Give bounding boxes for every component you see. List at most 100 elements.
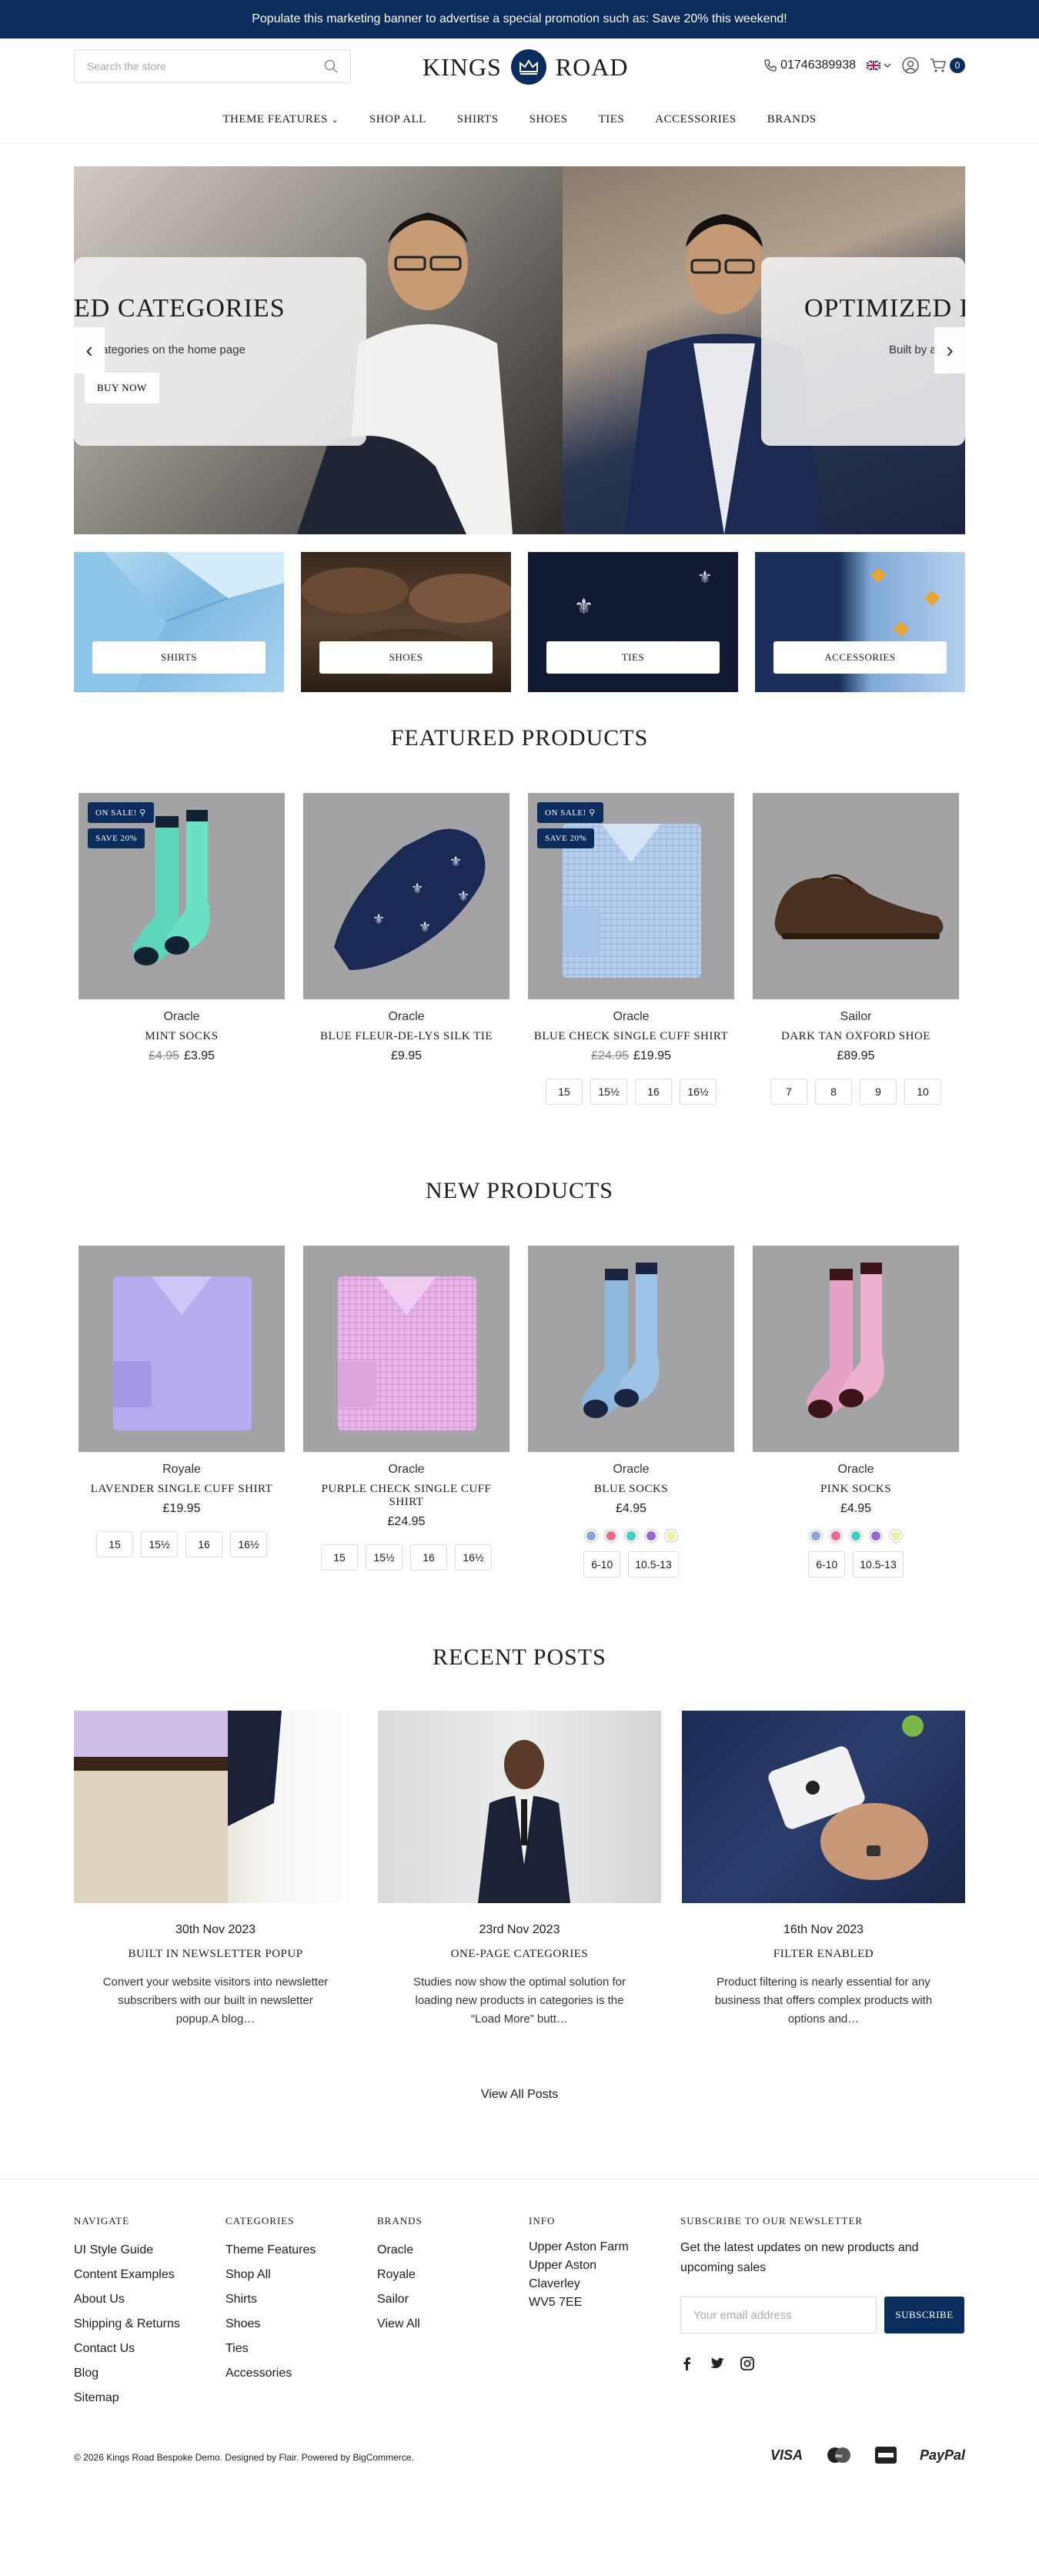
cart-link[interactable]: 0 [930,58,965,73]
color-swatch[interactable] [645,1530,657,1542]
currency-flag-selector[interactable] [867,61,891,70]
footer-link[interactable]: Shop All [226,2263,316,2287]
footer-link[interactable]: Shipping & Returns [74,2312,180,2337]
product-image[interactable] [303,1246,509,1452]
newsletter-email-input[interactable] [680,2297,877,2333]
size-option[interactable]: 16½ [455,1544,492,1571]
footer-link[interactable]: About Us [74,2287,180,2312]
twitter-icon[interactable] [710,2357,725,2370]
footer-link[interactable]: Sitemap [74,2386,180,2410]
hero-carousel[interactable]: ED CATEGORIES ategories on the home page… [74,166,965,534]
size-option[interactable]: 16 [635,1079,672,1105]
product-image[interactable]: ON SALE! ⚲ SAVE 20% [528,793,734,999]
blog-post-card[interactable]: 16th Nov 2023 FILTER ENABLED Product fil… [682,1711,965,2029]
product-image[interactable]: ON SALE! ⚲ SAVE 20% [79,793,285,999]
blog-post-title[interactable]: ONE-PAGE CATEGORIES [378,1948,661,1961]
product-name[interactable]: LAVENDER SINGLE CUFF SHIRT [79,1483,285,1496]
size-option[interactable]: 16½ [230,1531,267,1557]
carousel-next-arrow[interactable]: › [934,327,965,373]
blog-post-card[interactable]: 23rd Nov 2023 ONE-PAGE CATEGORIES Studie… [378,1711,661,2029]
subscribe-button[interactable]: SUBSCRIBE [884,2297,964,2333]
product-card[interactable]: Oracle PURPLE CHECK SINGLE CUFF SHIRT £2… [303,1246,509,1577]
footer-link[interactable]: Shirts [226,2287,316,2312]
size-option[interactable]: 15 [96,1531,133,1557]
size-option[interactable]: 16 [410,1544,447,1571]
size-option[interactable]: 10.5-13 [628,1551,679,1577]
product-card[interactable]: ON SALE! ⚲ SAVE 20% Oracle BLUE CHECK SI… [528,793,734,1105]
size-option[interactable]: 16½ [680,1079,717,1105]
product-name[interactable]: PURPLE CHECK SINGLE CUFF SHIRT [303,1483,509,1509]
color-swatch[interactable] [665,1530,677,1542]
size-option[interactable]: 8 [815,1079,852,1105]
product-name[interactable]: BLUE SOCKS [528,1483,734,1496]
blog-post-card[interactable]: 30th Nov 2023 BUILT IN NEWSLETTER POPUP … [74,1711,357,2029]
product-name[interactable]: DARK TAN OXFORD SHOE [753,1030,959,1043]
footer-link[interactable]: UI Style Guide [74,2238,180,2263]
size-option[interactable]: 10 [904,1079,941,1105]
size-option[interactable]: 15 [321,1544,358,1571]
size-option[interactable]: 15 [546,1079,583,1105]
footer-link[interactable]: Accessories [226,2361,316,2386]
product-image[interactable] [753,1246,959,1452]
instagram-icon[interactable] [740,2357,754,2370]
product-image[interactable] [753,793,959,999]
category-tile-shoes[interactable]: SHOES [301,552,511,692]
footer-link[interactable]: Sailor [377,2287,423,2312]
category-tile-accessories[interactable]: ACCESSORIES [755,552,965,692]
view-all-posts-link[interactable]: View All Posts [0,2088,1039,2102]
blog-post-image[interactable] [682,1711,965,1903]
size-option[interactable]: 6-10 [808,1551,846,1577]
color-swatch[interactable] [585,1530,597,1542]
color-swatch[interactable] [870,1530,882,1542]
size-option[interactable]: 16 [185,1531,222,1557]
product-image[interactable]: ⚜ ⚜ ⚜ ⚜ ⚜ [303,793,509,999]
product-card[interactable]: Oracle BLUE SOCKS £4.95 6-10 10.5-13 [528,1246,734,1577]
size-option[interactable]: 7 [770,1079,807,1105]
color-swatch[interactable] [605,1530,617,1542]
product-name[interactable]: BLUE CHECK SINGLE CUFF SHIRT [528,1030,734,1043]
nav-item-shirts[interactable]: SHIRTS [457,113,499,126]
product-card[interactable]: Royale LAVENDER SINGLE CUFF SHIRT £19.95… [79,1246,285,1577]
size-option[interactable]: 15½ [141,1531,178,1557]
search-input[interactable] [87,60,324,72]
footer-link[interactable]: View All [377,2312,423,2337]
search-box[interactable] [74,49,351,83]
blog-post-title[interactable]: BUILT IN NEWSLETTER POPUP [74,1948,357,1961]
product-name[interactable]: MINT SOCKS [79,1030,285,1043]
footer-link[interactable]: Oracle [377,2238,423,2263]
product-name[interactable]: BLUE FLEUR-DE-LYS SILK TIE [303,1030,509,1043]
blog-post-title[interactable]: FILTER ENABLED [682,1948,965,1961]
nav-item-brands[interactable]: BRANDS [767,113,817,126]
nav-item-shoes[interactable]: SHOES [530,113,568,126]
carousel-prev-arrow[interactable]: ‹ [74,327,105,373]
blog-post-image[interactable] [378,1711,661,1903]
size-option[interactable]: 15½ [366,1544,403,1571]
nav-item-theme-features[interactable]: THEME FEATURES ⌄ [222,113,339,126]
footer-link[interactable]: Ties [226,2337,316,2361]
category-tile-shirts[interactable]: SHIRTS [74,552,284,692]
nav-item-accessories[interactable]: ACCESSORIES [655,113,737,126]
product-image[interactable] [528,1246,734,1452]
size-option[interactable]: 10.5-13 [853,1551,904,1577]
nav-item-shop-all[interactable]: SHOP ALL [369,113,426,126]
facebook-icon[interactable] [680,2357,694,2370]
blog-post-image[interactable] [74,1711,357,1903]
footer-link[interactable]: Blog [74,2361,180,2386]
product-name[interactable]: PINK SOCKS [753,1483,959,1496]
buy-now-button[interactable]: BUY NOW [85,373,159,403]
color-swatch[interactable] [810,1530,822,1542]
phone-link[interactable]: 01746389938 [763,59,856,72]
footer-link[interactable]: Contact Us [74,2337,180,2361]
category-tile-ties[interactable]: ⚜⚜⚜ TIES [528,552,738,692]
product-card[interactable]: Oracle PINK SOCKS £4.95 6-10 10.5-13 [753,1246,959,1577]
footer-link[interactable]: Theme Features [226,2238,316,2263]
footer-link[interactable]: Shoes [226,2312,316,2337]
color-swatch[interactable] [850,1530,862,1542]
search-icon[interactable] [324,59,338,73]
footer-link[interactable]: Content Examples [74,2263,180,2287]
color-swatch[interactable] [890,1530,902,1542]
size-option[interactable]: 6-10 [583,1551,621,1577]
footer-link[interactable]: Royale [377,2263,423,2287]
color-swatch[interactable] [625,1530,637,1542]
product-card[interactable]: ON SALE! ⚲ SAVE 20% Oracle MINT SOCKS £4… [79,793,285,1105]
